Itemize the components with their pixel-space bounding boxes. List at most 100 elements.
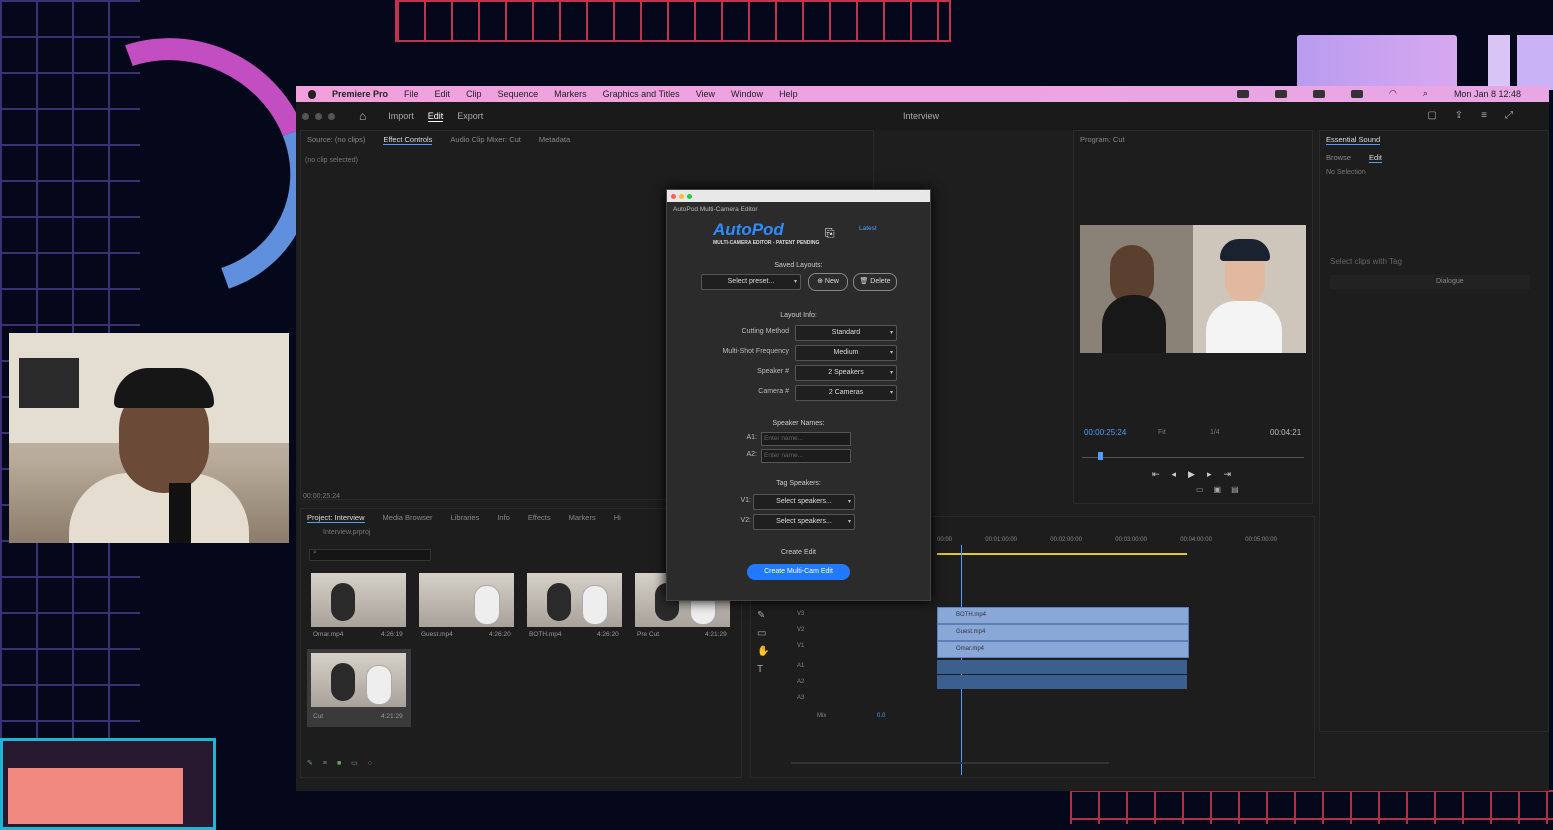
- track-label-v3[interactable]: V3: [797, 611, 804, 617]
- menu-app-name[interactable]: Premiere Pro: [332, 89, 388, 99]
- zoom-window-button[interactable]: [328, 112, 335, 120]
- tab-audio-clip-mixer[interactable]: Audio Clip Mixer: Cut: [450, 135, 520, 145]
- audio-clip[interactable]: [937, 675, 1187, 689]
- tab-browse[interactable]: Browse: [1326, 153, 1351, 163]
- clip-thumbnail[interactable]: [311, 573, 406, 627]
- multi-shot-frequency-dropdown[interactable]: Medium: [795, 345, 897, 361]
- audio-clip[interactable]: [937, 660, 1187, 674]
- status-icon[interactable]: [1275, 89, 1288, 98]
- delete-layout-button[interactable]: 🗑 Delete: [853, 273, 897, 291]
- timeline-tools[interactable]: ✎ ▭ ✋ T: [757, 607, 769, 679]
- cutting-method-dropdown[interactable]: Standard: [795, 325, 897, 341]
- dialog-minimize-button[interactable]: [679, 193, 684, 199]
- tag-speakers-label: Tag Speakers:: [776, 480, 821, 487]
- track-label-v2[interactable]: V2: [797, 627, 804, 633]
- speaker-a1-input[interactable]: Enter name...: [761, 432, 851, 446]
- quality-dropdown[interactable]: 1/4: [1210, 429, 1220, 436]
- transport-controls[interactable]: ⇤◂▶▸⇥: [1152, 469, 1243, 480]
- timeline-clip[interactable]: Guest.mp4: [937, 624, 1189, 641]
- tab-libraries[interactable]: Libraries: [451, 513, 480, 523]
- timeline-ruler[interactable]: 00:00 00:01:00:00 00:02:00:00 00:03:00:0…: [937, 537, 1277, 543]
- tab-markers[interactable]: Markers: [569, 513, 596, 523]
- dialog-title: AutoPod Multi-Camera Editor: [673, 206, 758, 213]
- battery-icon[interactable]: [1351, 89, 1364, 98]
- menu-file[interactable]: File: [404, 89, 419, 99]
- premiere-window: Premiere Pro File Edit Clip Sequence Mar…: [296, 86, 1549, 791]
- apple-icon[interactable]: [308, 89, 316, 99]
- clip-duration: 4:21:29: [381, 713, 403, 720]
- timeline-scrollbar[interactable]: [791, 762, 1109, 764]
- project-footer-tools[interactable]: ✎≡■▭○: [307, 759, 382, 767]
- menu-clock[interactable]: Mon Jan 8 12:48: [1454, 89, 1521, 99]
- menu-graphics[interactable]: Graphics and Titles: [603, 89, 680, 99]
- tab-media-browser[interactable]: Media Browser: [383, 513, 433, 523]
- tab-source[interactable]: Source: (no clips): [307, 135, 365, 145]
- timeline-clip[interactable]: BOTH.mp4: [937, 607, 1189, 624]
- ruler-label: 00:02:00:00: [1050, 537, 1082, 543]
- search-icon[interactable]: ⌕: [1423, 88, 1428, 99]
- camera-count-dropdown[interactable]: 2 Cameras: [795, 385, 897, 401]
- tab-import[interactable]: Import: [388, 111, 414, 121]
- fit-dropdown[interactable]: Fit: [1158, 429, 1166, 436]
- mix-value[interactable]: 0.0: [877, 713, 885, 719]
- program-timecode[interactable]: 00:00:25:24: [1084, 428, 1126, 437]
- create-multicam-edit-button[interactable]: Create Multi-Cam Edit: [747, 564, 850, 580]
- tab-effects[interactable]: Effects: [528, 513, 551, 523]
- export-frame-icons[interactable]: ▭▣▤: [1196, 485, 1249, 494]
- program-scrubber[interactable]: [1082, 457, 1304, 458]
- header-tools[interactable]: ▢⇪≡⤢: [1427, 110, 1531, 121]
- clip-name: Guest.mp4: [421, 631, 453, 638]
- track-label-a1[interactable]: A1: [797, 663, 804, 669]
- webcam-overlay: [9, 333, 289, 543]
- status-icon[interactable]: [1237, 89, 1250, 98]
- project-search-input[interactable]: [309, 549, 431, 561]
- status-icon[interactable]: [1313, 89, 1326, 98]
- new-layout-button[interactable]: ⊕ New: [808, 273, 848, 291]
- tab-metadata[interactable]: Metadata: [539, 135, 570, 145]
- tab-export[interactable]: Export: [457, 111, 483, 121]
- minimize-window-button[interactable]: [315, 112, 322, 120]
- clip-thumbnail[interactable]: [527, 573, 622, 627]
- wifi-icon[interactable]: ◠: [1389, 88, 1397, 99]
- menu-markers[interactable]: Markers: [554, 89, 587, 99]
- dialogue-label: Dialogue: [1436, 278, 1464, 285]
- tab-edit-sound[interactable]: Edit: [1369, 153, 1382, 163]
- tab-edit[interactable]: Edit: [427, 111, 444, 122]
- tab-project[interactable]: Project: Interview: [307, 513, 365, 523]
- track-label-a3[interactable]: A3: [797, 695, 804, 701]
- program-tabs: Program: Cut: [1074, 131, 1312, 148]
- project-title: Interview: [903, 111, 940, 121]
- track-label-a2[interactable]: A2: [797, 679, 804, 685]
- menu-sequence[interactable]: Sequence: [498, 89, 539, 99]
- ruler-label: 00:03:00:00: [1115, 537, 1147, 543]
- tag-v2-dropdown[interactable]: Select speakers...: [753, 514, 855, 530]
- latest-link[interactable]: Latest: [859, 225, 877, 232]
- tab-history[interactable]: Hi: [614, 513, 621, 523]
- tab-program[interactable]: Program: Cut: [1080, 135, 1125, 144]
- menu-clip[interactable]: Clip: [466, 89, 482, 99]
- menu-edit[interactable]: Edit: [435, 89, 451, 99]
- close-window-button[interactable]: [302, 112, 309, 120]
- clip-thumbnail[interactable]: [419, 573, 514, 627]
- menu-help[interactable]: Help: [779, 89, 798, 99]
- menu-view[interactable]: View: [696, 89, 715, 99]
- essential-sound-title[interactable]: Essential Sound: [1326, 135, 1381, 145]
- tab-effect-controls[interactable]: Effect Controls: [383, 135, 433, 145]
- timeline-clip[interactable]: Omar.mp4: [937, 641, 1189, 658]
- new-label: New: [824, 278, 839, 285]
- home-icon[interactable]: ⌂: [359, 109, 366, 123]
- dialog-close-button[interactable]: [671, 193, 676, 199]
- tag-v1-dropdown[interactable]: Select speakers...: [753, 494, 855, 510]
- dialog-titlebar[interactable]: [667, 190, 930, 202]
- work-area-bar[interactable]: [937, 553, 1187, 555]
- menu-window[interactable]: Window: [731, 89, 763, 99]
- preset-dropdown[interactable]: Select preset...: [701, 274, 801, 290]
- track-label-v1[interactable]: V1: [797, 643, 804, 649]
- dialogue-row[interactable]: Dialogue: [1330, 275, 1530, 289]
- dialog-zoom-button[interactable]: [687, 193, 692, 199]
- speaker-a2-input[interactable]: Enter name...: [761, 449, 851, 463]
- speaker-count-dropdown[interactable]: 2 Speakers: [795, 365, 897, 381]
- tab-info[interactable]: Info: [497, 513, 510, 523]
- clip-selected-frame[interactable]: Cut 4:21:29: [307, 649, 411, 727]
- playhead-icon[interactable]: [1098, 452, 1103, 460]
